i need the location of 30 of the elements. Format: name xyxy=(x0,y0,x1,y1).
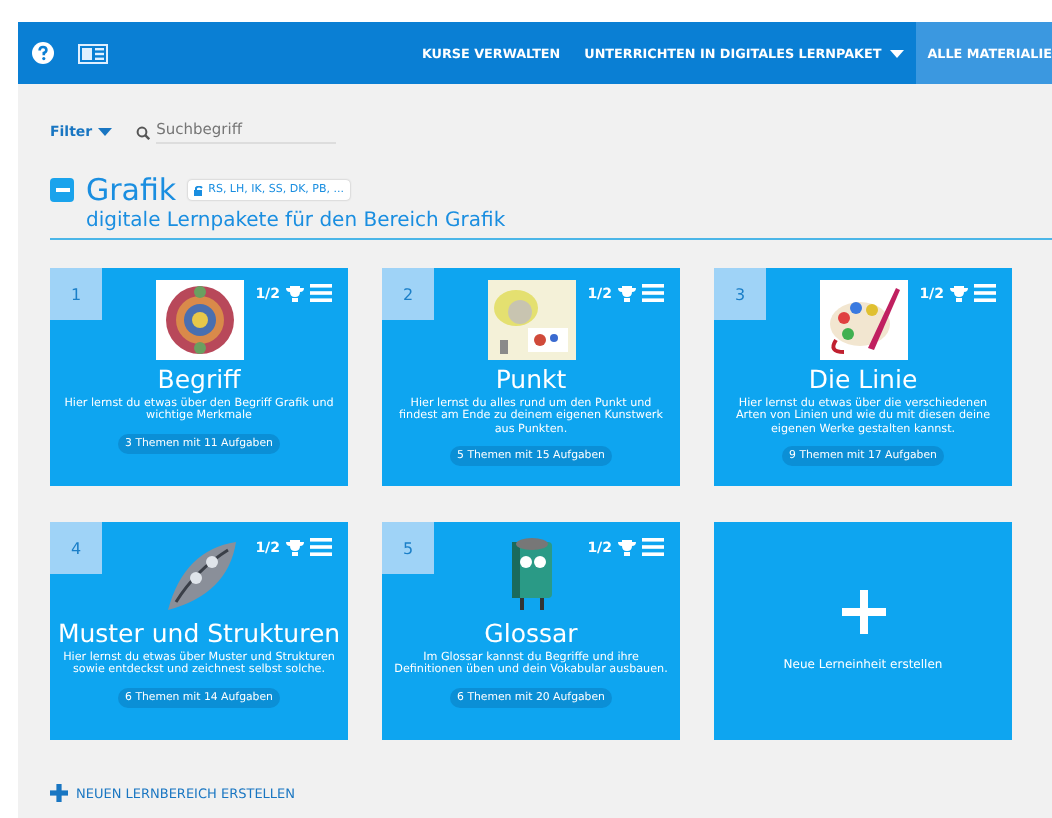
menu-icon[interactable] xyxy=(642,284,664,302)
section-subtitle: digitale Lernpakete für den Bereich Grafik xyxy=(86,210,508,232)
card-title: Punkt xyxy=(495,364,567,396)
menu-icon[interactable] xyxy=(310,284,332,302)
menu-icon[interactable] xyxy=(642,538,664,556)
card-title: Muster und Strukturen xyxy=(57,618,341,650)
plus-icon xyxy=(50,784,68,802)
menu-icon[interactable] xyxy=(974,284,996,302)
trophy-icon xyxy=(618,539,636,555)
trophy-icon xyxy=(618,285,636,301)
trophy-icon xyxy=(286,539,304,555)
card-number: 4 xyxy=(50,522,102,574)
section-title: Grafik xyxy=(86,172,177,208)
newspaper-icon[interactable] xyxy=(78,43,108,63)
menu-icon[interactable] xyxy=(310,538,332,556)
card-number: 2 xyxy=(382,268,434,320)
card-title: Begriff xyxy=(157,364,241,396)
card-number: 5 xyxy=(382,522,434,574)
trophy-icon xyxy=(286,285,304,301)
collapse-toggle[interactable] xyxy=(50,178,74,202)
card-number: 3 xyxy=(714,268,766,320)
card-title: Glossar xyxy=(484,618,578,650)
caret-icon xyxy=(98,128,113,136)
card-number: 1 xyxy=(50,268,102,320)
help-icon[interactable] xyxy=(32,42,54,64)
plus-icon xyxy=(841,590,885,634)
search-icon xyxy=(136,125,151,139)
trophy-icon xyxy=(950,285,968,301)
lock-icon xyxy=(194,185,205,195)
card-title: Die Linie xyxy=(808,364,918,396)
